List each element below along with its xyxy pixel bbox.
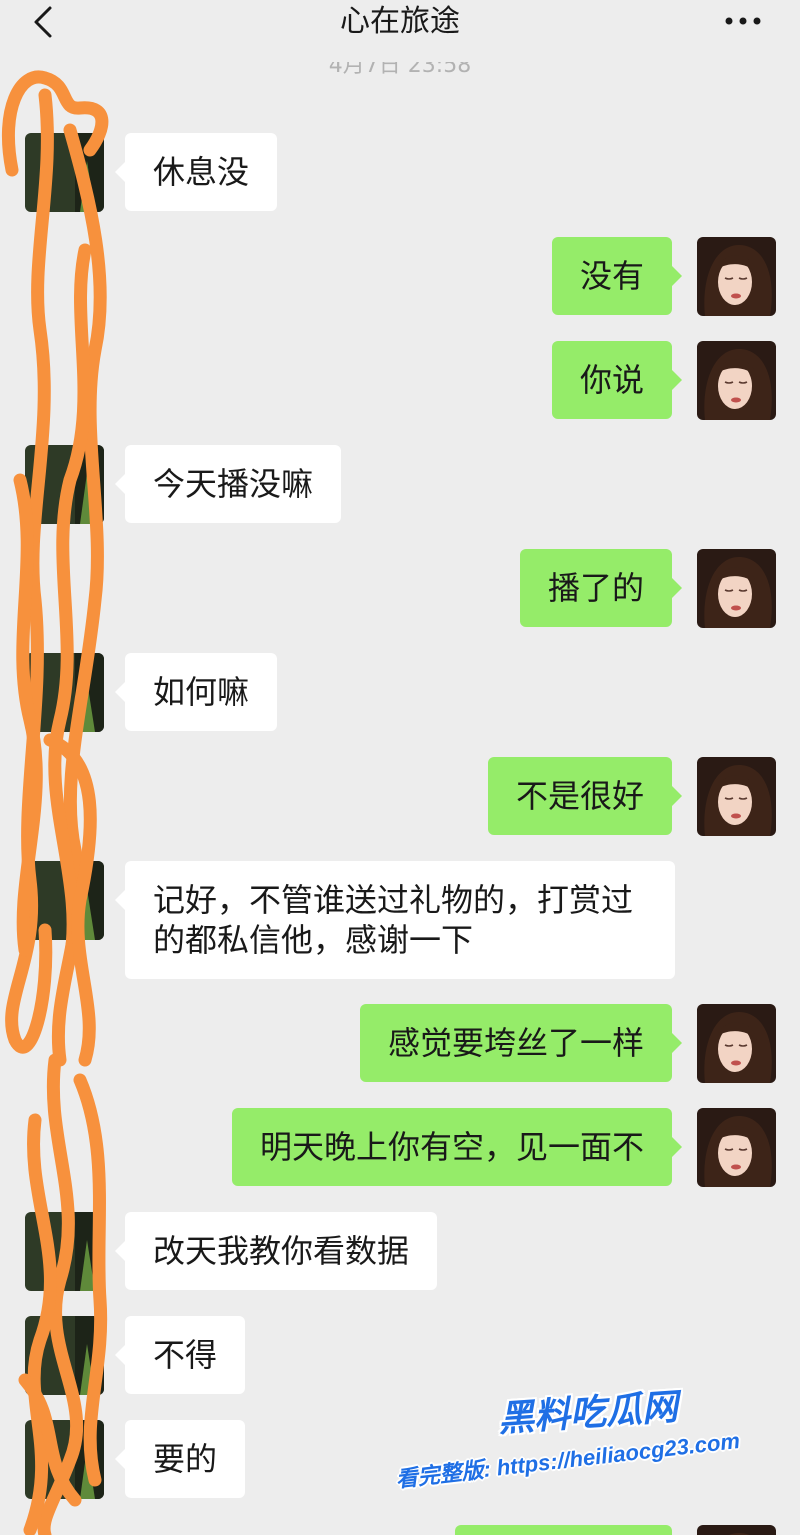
outgoing-message-bubble[interactable]: 没有 [551, 237, 683, 315]
outgoing-message-bubble[interactable]: 不是很好 [487, 757, 683, 835]
self-avatar[interactable] [697, 757, 776, 836]
self-avatar[interactable] [697, 1108, 776, 1187]
contact-avatar[interactable] [25, 1212, 104, 1291]
incoming-message-bubble[interactable]: 休息没 [114, 133, 278, 211]
contact-avatar-image [25, 445, 104, 524]
self-avatar-image [697, 341, 776, 420]
incoming-message-bubble[interactable]: 不得 [114, 1316, 246, 1394]
message-timestamp: 4月7日 23:58 [328, 62, 472, 78]
contact-avatar[interactable] [25, 445, 104, 524]
partial-message-row [0, 1525, 800, 1535]
self-avatar[interactable] [697, 1525, 776, 1535]
self-avatar[interactable] [697, 1004, 776, 1083]
incoming-message-bubble[interactable]: 记好，不管谁送过礼物的，打赏过的都私信他，感谢一下 [115, 861, 675, 979]
message-text: 如何嘛 [153, 673, 250, 711]
message-text: 播了的 [547, 569, 644, 607]
contact-avatar-image [25, 1212, 104, 1291]
contact-avatar-image [25, 133, 104, 212]
message-text: 记好，不管谁送过礼物的，打赏过的都私信他，感谢一下 [153, 881, 634, 959]
chat-title: 心在旅途 [340, 4, 460, 39]
incoming-message-bubble[interactable]: 改天我教你看数据 [114, 1212, 438, 1290]
contact-avatar[interactable] [25, 653, 104, 732]
message-text: 没有 [579, 257, 644, 295]
self-avatar-image [697, 757, 776, 836]
incoming-message-bubble[interactable]: 要的 [114, 1420, 246, 1498]
chat-header: 心在旅途 [0, 0, 800, 48]
outgoing-message-bubble[interactable]: 播了的 [519, 549, 683, 627]
incoming-message-bubble[interactable]: 如何嘛 [114, 653, 278, 731]
message-text: 明天晚上你有空，见一面不 [259, 1128, 644, 1166]
self-avatar-image [697, 1525, 776, 1535]
contact-avatar[interactable] [25, 861, 104, 940]
message-text: 不得 [153, 1336, 218, 1374]
message-text: 要的 [153, 1440, 218, 1478]
more-dots-icon[interactable] [724, 14, 762, 28]
contact-avatar[interactable] [25, 133, 104, 212]
contact-avatar-image [25, 861, 104, 940]
contact-avatar-image [25, 1316, 104, 1395]
timestamp-container: 4月7日 23:58 [0, 62, 800, 80]
outgoing-message-bubble[interactable]: 你说 [551, 341, 683, 419]
self-avatar-image [697, 549, 776, 628]
contact-avatar[interactable] [25, 1420, 104, 1499]
redaction-scribble [2, 70, 109, 1535]
self-avatar[interactable] [697, 549, 776, 628]
self-avatar[interactable] [697, 237, 776, 316]
outgoing-message-bubble[interactable]: 感觉要垮丝了一样 [359, 1004, 683, 1082]
watermark-brand: 黑料吃瓜网 [496, 1386, 680, 1441]
message-text: 感觉要垮丝了一样 [387, 1024, 644, 1062]
outgoing-message-bubble[interactable]: 明天晚上你有空，见一面不 [231, 1108, 683, 1186]
self-avatar-image [697, 1004, 776, 1083]
message-text: 改天我教你看数据 [153, 1232, 410, 1270]
contact-avatar[interactable] [25, 1316, 104, 1395]
message-text: 你说 [579, 361, 644, 399]
message-text: 休息没 [153, 153, 250, 191]
message-text: 不是很好 [515, 777, 644, 815]
contact-avatar-image [25, 1420, 104, 1499]
self-avatar-image [697, 237, 776, 316]
contact-avatar-image [25, 653, 104, 732]
outgoing-message-bubble[interactable] [455, 1525, 672, 1535]
self-avatar[interactable] [697, 341, 776, 420]
self-avatar-image [697, 1108, 776, 1187]
message-text: 今天播没嘛 [153, 465, 314, 503]
incoming-message-bubble[interactable]: 今天播没嘛 [114, 445, 342, 523]
